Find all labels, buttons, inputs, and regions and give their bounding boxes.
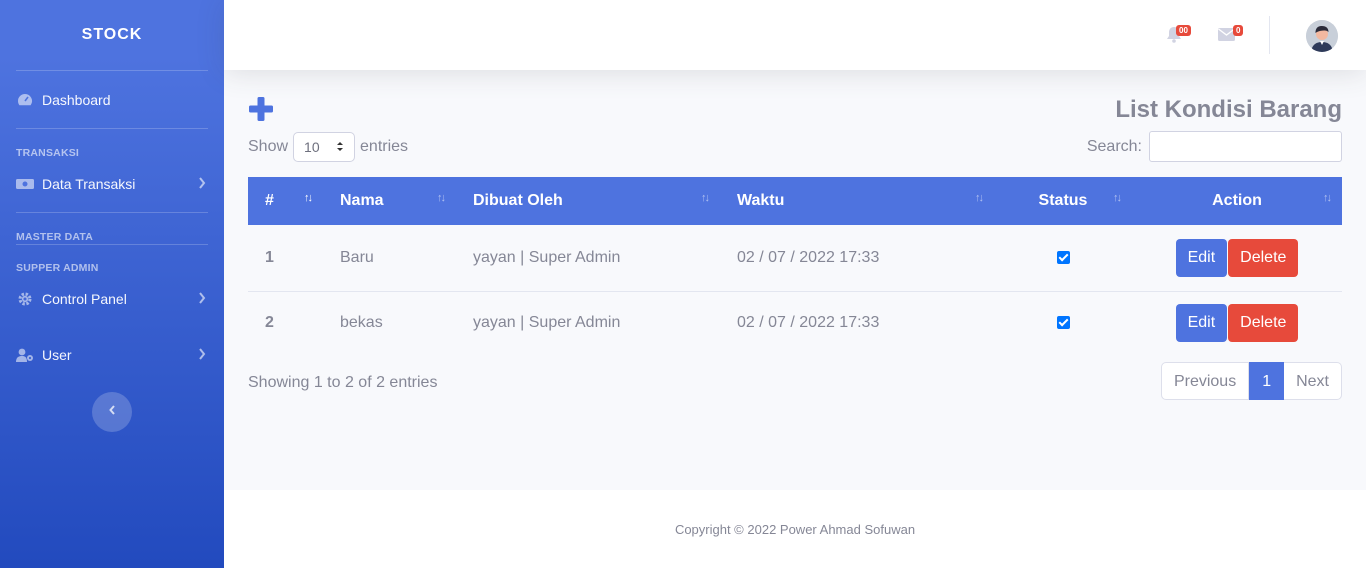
chevron-right-icon	[198, 176, 206, 192]
sidebar-item-label: Dashboard	[42, 91, 111, 108]
entries-select[interactable]: 10	[293, 132, 356, 162]
edit-button[interactable]: Edit	[1175, 238, 1228, 277]
kondisi-barang-table: # ↑↓ Nama ↑↓ Dibuat Oleh ↑↓ Waktu ↑↓ Sta…	[248, 177, 1342, 354]
money-bill-icon	[16, 177, 34, 191]
sidebar-heading-transaksi: TRANSAKSI	[16, 147, 80, 159]
show-label: Show	[248, 138, 289, 155]
footer: Copyright © 2022 Power Ahmad Sofuwan	[224, 490, 1366, 568]
copyright-text: Copyright © 2022 Power Ahmad Sofuwan	[674, 521, 916, 537]
sort-icon: ↑↓	[1113, 192, 1122, 204]
entries-select-value: 10	[304, 139, 320, 155]
delete-button[interactable]: Delete	[1228, 238, 1299, 277]
table-row: 2 bekas yayan | Super Admin 02 / 07 / 20…	[248, 291, 1342, 354]
sort-icon: ↑↓	[701, 192, 710, 204]
user-cog-icon	[16, 348, 34, 362]
cell-dibuat-oleh: yayan | Super Admin	[473, 313, 621, 331]
topbar-divider	[1269, 16, 1270, 54]
delete-button[interactable]: Delete	[1228, 303, 1299, 342]
cell-nama: bekas	[340, 313, 383, 331]
sort-icon: ↑↓	[437, 192, 446, 204]
cell-waktu: 02 / 07 / 2022 17:33	[737, 313, 880, 331]
status-checkbox[interactable]	[1056, 251, 1070, 265]
sidebar: STOCK Dashboard TRANSAKSI Data Transaksi…	[0, 0, 224, 568]
sidebar-divider	[16, 128, 208, 129]
chevron-left-icon	[108, 403, 116, 421]
user-avatar[interactable]	[1306, 20, 1338, 52]
sidebar-item-label: Data Transaksi	[42, 176, 136, 192]
main-content: List Kondisi Barang Show 10 entries Sear…	[224, 70, 1366, 490]
brand-logo[interactable]: STOCK	[0, 0, 224, 70]
cell-status	[994, 291, 1132, 354]
cell-number: 1	[265, 248, 274, 266]
cog-icon	[16, 292, 34, 306]
sidebar-toggle-button[interactable]	[92, 392, 132, 432]
column-header-nama[interactable]: Nama ↑↓	[323, 177, 456, 225]
sidebar-item-user[interactable]: User	[0, 324, 224, 386]
chevron-right-icon	[198, 291, 206, 307]
cell-nama: Baru	[340, 248, 374, 266]
cell-status	[994, 225, 1132, 291]
sidebar-divider	[16, 212, 208, 213]
column-header-dibuat-oleh[interactable]: Dibuat Oleh ↑↓	[456, 177, 720, 225]
table-info: Showing 1 to 2 of 2 entries	[248, 374, 438, 391]
page-1-button[interactable]: 1	[1249, 362, 1285, 400]
sidebar-heading-master-data: MASTER DATA	[16, 231, 94, 243]
sort-arrows-icon	[336, 139, 344, 155]
plus-icon	[249, 97, 273, 121]
sidebar-divider	[16, 244, 208, 245]
search-control: Search:	[1087, 131, 1342, 162]
cell-number: 2	[265, 313, 274, 331]
column-header-action[interactable]: Action ↑↓	[1132, 177, 1342, 225]
sidebar-item-control-panel[interactable]: Control Panel	[0, 274, 224, 324]
cell-action: Edit Delete	[1132, 225, 1342, 291]
table-header-row: # ↑↓ Nama ↑↓ Dibuat Oleh ↑↓ Waktu ↑↓ Sta…	[248, 177, 1342, 225]
tachometer-icon	[16, 93, 34, 107]
sort-icon: ↑↓	[1323, 192, 1332, 204]
status-checkbox[interactable]	[1056, 316, 1070, 330]
sidebar-item-label: Control Panel	[42, 291, 127, 307]
entries-length-control: Show 10 entries	[248, 132, 408, 162]
column-header-number[interactable]: # ↑↓	[248, 177, 323, 225]
sidebar-heading-supper-admin: SUPPER ADMIN	[16, 262, 99, 274]
cell-waktu: 02 / 07 / 2022 17:33	[737, 248, 880, 266]
alerts-badge: 00	[1176, 25, 1191, 36]
sidebar-item-dashboard[interactable]: Dashboard	[0, 71, 224, 128]
pagination: Previous 1 Next	[1160, 362, 1342, 400]
topbar: 00 0	[224, 0, 1366, 70]
messages-badge: 0	[1233, 25, 1244, 36]
column-header-status[interactable]: Status ↑↓	[994, 177, 1132, 225]
cell-dibuat-oleh: yayan | Super Admin	[473, 248, 621, 266]
add-button[interactable]	[248, 96, 274, 122]
sidebar-item-data-transaksi[interactable]: Data Transaksi	[0, 159, 224, 209]
search-label: Search:	[1086, 137, 1142, 155]
entries-label: entries	[360, 138, 409, 155]
sort-asc-icon: ↑↓	[304, 192, 313, 204]
sidebar-item-label: User	[42, 347, 72, 363]
sort-icon: ↑↓	[975, 192, 984, 204]
search-input[interactable]	[1149, 131, 1342, 162]
page-title: List Kondisi Barang	[1115, 96, 1342, 123]
chevron-right-icon	[198, 347, 206, 363]
table-row: 1 Baru yayan | Super Admin 02 / 07 / 202…	[248, 225, 1342, 291]
edit-button[interactable]: Edit	[1175, 303, 1228, 342]
previous-button[interactable]: Previous	[1160, 362, 1250, 400]
next-button[interactable]: Next	[1284, 362, 1342, 400]
cell-action: Edit Delete	[1132, 291, 1342, 354]
column-header-waktu[interactable]: Waktu ↑↓	[720, 177, 994, 225]
